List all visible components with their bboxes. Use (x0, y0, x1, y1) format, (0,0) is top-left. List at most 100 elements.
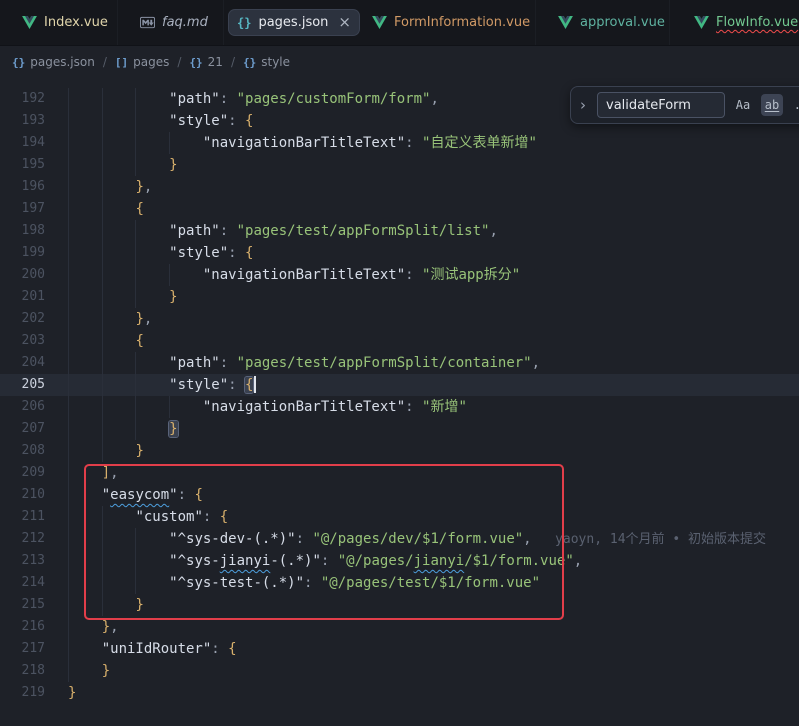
token-sp (68, 355, 169, 371)
breadcrumb-separator: / (231, 55, 235, 69)
indent-guide (135, 132, 136, 154)
indent-guide (135, 396, 136, 418)
indent-guide (68, 154, 69, 176)
token-brace: } (68, 685, 76, 701)
line-number: 216 (0, 616, 45, 638)
token-brace: } (169, 157, 177, 173)
token-brace: { (228, 641, 236, 657)
breadcrumb-item-pages[interactable]: []pages (115, 55, 169, 69)
token-brace: } (102, 619, 110, 635)
token-key: "navigationBarTitleText" (203, 399, 405, 415)
indent-guide (68, 462, 69, 484)
token-brace: } (135, 311, 143, 327)
indent-guide (135, 88, 136, 110)
line-number: 202 (0, 308, 45, 330)
indent-guide (102, 176, 103, 198)
tab-label: pages.json (258, 15, 328, 30)
token-pun: , (523, 531, 531, 547)
code-line-209[interactable]: 209 ], (0, 462, 799, 484)
json-icon: {} (237, 16, 251, 30)
indent-guide (102, 440, 103, 462)
code-line-212[interactable]: 212 "^sys-dev-(.*)": "@/pages/dev/$1/for… (0, 528, 799, 550)
breadcrumb-item-pages-json[interactable]: {}pages.json (12, 55, 95, 69)
code-line-203[interactable]: 203 { (0, 330, 799, 352)
code-line-216[interactable]: 216 }, (0, 616, 799, 638)
token-key: "navigationBarTitleText" (203, 267, 405, 283)
text-cursor (254, 376, 256, 393)
token-pun: : (220, 223, 237, 239)
code-line-201[interactable]: 201 } (0, 286, 799, 308)
code-line-205[interactable]: 205 "style": { (0, 374, 799, 396)
toggle-replace-chevron-icon[interactable]: › (580, 96, 590, 114)
code-line-207[interactable]: 207 } (0, 418, 799, 440)
line-number: 192 (0, 88, 45, 110)
token-brace: { (194, 487, 202, 503)
token-pun: : (228, 113, 245, 129)
tab-label: Index.vue (44, 15, 108, 30)
indent-guide (135, 572, 136, 594)
code-line-200[interactable]: 200 "navigationBarTitleText": "测试app拆分" (0, 264, 799, 286)
line-number: 203 (0, 330, 45, 352)
tab-forminformation-vue[interactable]: FormInformation.vue (350, 0, 536, 45)
code-line-199[interactable]: 199 "style": { (0, 242, 799, 264)
code-line-211[interactable]: 211 "custom": { (0, 506, 799, 528)
whole-word-icon: ab (765, 98, 779, 112)
tab-approval-vue[interactable]: approval.vue (536, 0, 670, 45)
whole-word-button[interactable]: ab (761, 94, 783, 116)
code-line-219[interactable]: 219} (0, 682, 799, 704)
code-line-202[interactable]: 202 }, (0, 308, 799, 330)
token-str: "pages/test/appFormSplit/list" (237, 223, 490, 239)
line-number: 209 (0, 462, 45, 484)
indent-guide (68, 594, 69, 616)
token-sp (68, 421, 169, 437)
token-brace: } (135, 179, 143, 195)
token-sp (68, 641, 102, 657)
code-line-206[interactable]: 206 "navigationBarTitleText": "新增" (0, 396, 799, 418)
code-line-215[interactable]: 215 } (0, 594, 799, 616)
code-line-197[interactable]: 197 { (0, 198, 799, 220)
token-pun: , (144, 311, 152, 327)
code-line-213[interactable]: 213 "^sys-jianyi-(.*)": "@/pages/jianyi/… (0, 550, 799, 572)
indent-guide (102, 286, 103, 308)
code-line-194[interactable]: 194 "navigationBarTitleText": "自定义表单新增" (0, 132, 799, 154)
editor[interactable]: 192 "path": "pages/customForm/form",193 … (0, 79, 799, 726)
code-line-210[interactable]: 210 "easycom": { (0, 484, 799, 506)
tab-faq-md[interactable]: faq.md (118, 0, 224, 45)
code-line-217[interactable]: 217 "uniIdRouter": { (0, 638, 799, 660)
indent-guide (68, 528, 69, 550)
breadcrumb-item-21[interactable]: {}21 (189, 55, 223, 69)
breadcrumb-item-style[interactable]: {}style (243, 55, 290, 69)
code-line-218[interactable]: 218 } (0, 660, 799, 682)
indent-guide (68, 308, 69, 330)
tab-pages-json[interactable]: {}pages.json× (224, 0, 350, 45)
line-number: 217 (0, 638, 45, 660)
token-str: "pages/test/appFormSplit/container" (237, 355, 532, 371)
token-brace: } (169, 289, 177, 305)
token-pun: : (321, 553, 338, 569)
token-brace: { (245, 113, 253, 129)
code-line-208[interactable]: 208 } (0, 440, 799, 462)
tab-index-vue[interactable]: Index.vue (0, 0, 118, 45)
indent-guide (102, 264, 103, 286)
tab-flowinfo-vue[interactable]: FlowInfo.vue (672, 0, 799, 45)
code-line-214[interactable]: 214 "^sys-test-(.*)": "@/pages/test/$1/f… (0, 572, 799, 594)
code-line-196[interactable]: 196 }, (0, 176, 799, 198)
token-pun: : (203, 509, 220, 525)
code-line-204[interactable]: 204 "path": "pages/test/appFormSplit/con… (0, 352, 799, 374)
token-key: "style" (169, 245, 228, 261)
indent-guide (102, 220, 103, 242)
token-brace: { (220, 509, 228, 525)
indent-guide (135, 242, 136, 264)
indent-guide (68, 396, 69, 418)
find-input[interactable] (597, 92, 725, 118)
token-str: "@/pages/ (338, 553, 414, 569)
line-number: 219 (0, 682, 45, 704)
regex-button[interactable]: .* (790, 94, 799, 116)
indent-guide (102, 132, 103, 154)
token-strsq: jianyi (414, 553, 465, 569)
match-case-button[interactable]: Aa (732, 94, 754, 116)
code-line-195[interactable]: 195 } (0, 154, 799, 176)
token-key: "path" (169, 91, 220, 107)
token-str: /$1/form.vue" (464, 553, 574, 569)
code-line-198[interactable]: 198 "path": "pages/test/appFormSplit/lis… (0, 220, 799, 242)
